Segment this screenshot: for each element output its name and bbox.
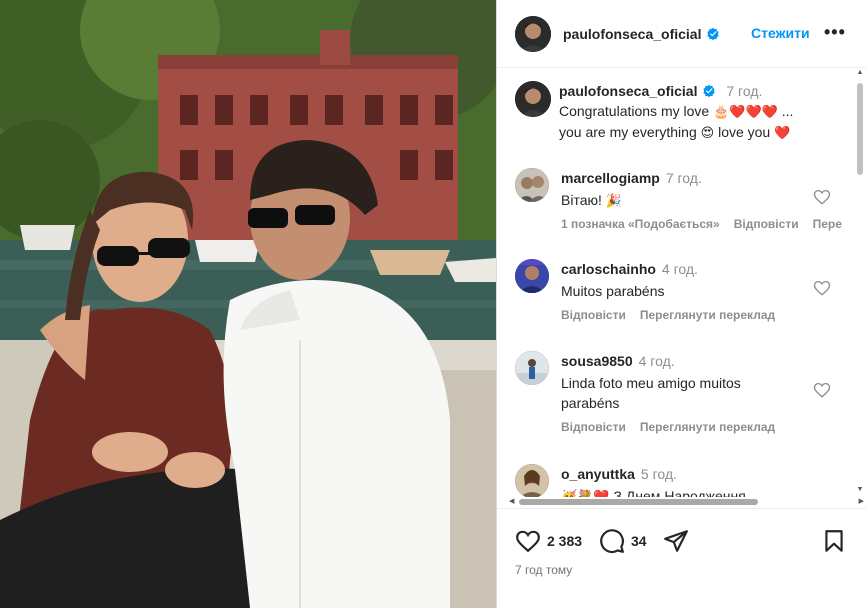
comment-time[interactable]: 7 год. <box>666 170 702 186</box>
comments-count[interactable]: 34 <box>631 533 647 549</box>
comment-body: o_anyuttka 5 год. 🥳💐❤️ З Днем Народження <box>561 464 811 497</box>
comments-scrollbar[interactable]: ▲ ▼ <box>856 69 864 494</box>
bookmark-icon[interactable] <box>821 528 847 554</box>
post-panel: paulofonseca_oficial Стежити ••• paulofo… <box>496 0 866 608</box>
reply-button[interactable]: Відповісти <box>561 308 626 322</box>
caption-author-avatar[interactable] <box>515 81 551 117</box>
caption-text-block: paulofonseca_oficial 7 год. Congratulati… <box>559 81 849 143</box>
author-username-text[interactable]: paulofonseca_oficial <box>563 26 701 42</box>
comment-username[interactable]: carloschainho <box>561 261 656 277</box>
follow-button[interactable]: Стежити <box>751 25 810 41</box>
red-heart-emoji-icon: ❤️ <box>729 104 746 119</box>
paper-plane-icon[interactable] <box>663 528 689 554</box>
post-time-ago[interactable]: 7 год тому <box>515 563 572 577</box>
comment-time[interactable]: 5 год. <box>641 466 677 482</box>
red-heart-emoji-icon: ❤️ <box>761 104 778 119</box>
likes-count[interactable]: 2 383 <box>547 533 582 549</box>
comment-like-heart-icon[interactable] <box>813 188 831 206</box>
comment-text: Вітаю! <box>561 192 602 208</box>
like-action: 2 383 <box>515 528 582 554</box>
comment-body: carloschainho 4 год. Muitos parabéns <box>561 259 811 301</box>
scroll-down-arrow-icon[interactable]: ▼ <box>856 486 864 494</box>
comment-like-heart-icon[interactable] <box>813 381 831 399</box>
caption-time[interactable]: 7 год. <box>726 83 762 99</box>
translate-button[interactable]: Переглянути переклад <box>640 420 775 434</box>
translate-button[interactable]: Пере <box>813 217 842 231</box>
smiling-face-emoji-icon: 🥳 <box>561 489 578 497</box>
caption-line1-end: ... <box>781 103 794 119</box>
caption-line1: Congratulations my love <box>559 103 710 119</box>
commenter-avatar[interactable] <box>515 351 549 385</box>
comment-time[interactable]: 4 год. <box>662 261 698 277</box>
commenter-avatar[interactable] <box>515 464 549 497</box>
scroll-left-arrow-icon[interactable]: ◀ <box>509 497 514 505</box>
comment-body: marcellogiamp 7 год. Вітаю! 🎉 <box>561 168 811 211</box>
horizontal-scrollbar-thumb[interactable] <box>519 499 758 505</box>
more-options-icon[interactable]: ••• <box>824 22 846 43</box>
commenter-avatar[interactable] <box>515 168 549 202</box>
reply-button[interactable]: Відповісти <box>561 420 626 434</box>
author-avatar[interactable] <box>515 15 551 52</box>
comments-list[interactable]: paulofonseca_oficial 7 год. Congratulati… <box>497 69 866 497</box>
scroll-right-arrow-icon[interactable]: ▶ <box>859 497 864 505</box>
post-header: paulofonseca_oficial Стежити ••• <box>497 0 866 68</box>
comment-bubble-icon[interactable] <box>599 528 625 554</box>
comment-action: 34 <box>599 528 647 554</box>
comment-text: Linda foto meu amigo muitos <box>561 375 741 391</box>
scroll-up-arrow-icon[interactable]: ▲ <box>856 69 864 77</box>
author-username[interactable]: paulofonseca_oficial <box>563 26 720 42</box>
comment-text: Muitos parabéns <box>561 283 665 299</box>
comment-text: З Днем Народження <box>613 488 746 497</box>
comment-likes-count[interactable]: 1 позначка «Подобається» <box>561 217 720 231</box>
share-action <box>663 528 689 554</box>
comment-time[interactable]: 4 год. <box>639 353 675 369</box>
post-photo[interactable] <box>0 0 496 608</box>
red-heart-emoji-icon: ❤️ <box>774 125 791 140</box>
save-action <box>821 528 847 554</box>
translate-button[interactable]: Переглянути переклад <box>640 308 775 322</box>
heart-eyes-emoji-icon: 😍 <box>700 125 715 140</box>
comment-meta: Відповісти Переглянути переклад <box>561 308 789 322</box>
comment-text-cont: parabéns <box>561 395 620 411</box>
comment-meta: Відповісти Переглянути переклад <box>561 420 789 434</box>
red-heart-emoji-icon: ❤️ <box>745 104 762 119</box>
caption-line2-end: love you <box>718 124 771 140</box>
verified-badge-icon <box>703 84 716 98</box>
comment-username[interactable]: o_anyuttka <box>561 466 635 482</box>
comment-username[interactable]: marcellogiamp <box>561 170 660 186</box>
bouquet-emoji-icon: 💐 <box>577 489 594 497</box>
post-actions: 2 383 34 7 год тому <box>497 508 866 608</box>
comments-horizontal-scrollbar[interactable]: ◀ ▶ <box>509 497 864 507</box>
scrollbar-thumb[interactable] <box>857 83 863 175</box>
red-heart-emoji-icon: ❤️ <box>593 489 610 497</box>
commenter-avatar[interactable] <box>515 259 549 293</box>
comment-like-heart-icon[interactable] <box>813 279 831 297</box>
verified-badge-icon <box>707 27 720 40</box>
reply-button[interactable]: Відповісти <box>734 217 799 231</box>
comment-username[interactable]: sousa9850 <box>561 353 633 369</box>
photo-illustration <box>0 0 496 608</box>
caption-line2: you are my everything <box>559 124 697 140</box>
comment-meta: 1 позначка «Подобається» Відповісти Пере <box>561 217 856 231</box>
cake-emoji-icon: 🎂 <box>713 104 730 119</box>
comment-body: sousa9850 4 год. Linda foto meu amigo mui… <box>561 351 811 413</box>
heart-icon[interactable] <box>515 528 541 554</box>
party-popper-emoji-icon: 🎉 <box>605 193 622 208</box>
caption-author[interactable]: paulofonseca_oficial <box>559 83 697 99</box>
